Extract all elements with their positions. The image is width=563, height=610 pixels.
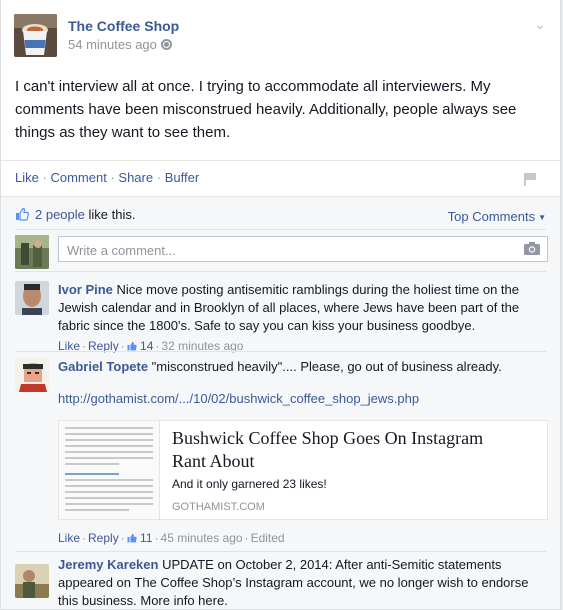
comment-body: Ivor Pine Nice move posting antisemitic … [58, 281, 546, 355]
page-avatar[interactable] [14, 14, 57, 57]
comment-meta: Like · Reply · 14 · 32 minutes ago [58, 339, 244, 353]
comment-input-box[interactable] [58, 236, 548, 262]
globe-icon [160, 39, 172, 50]
post-header: The Coffee Shop 54 minutes ago ⌄ [14, 14, 546, 60]
separator: · [110, 170, 115, 185]
comment-input[interactable] [65, 238, 499, 262]
divider [15, 351, 546, 352]
post-actions: Like · Comment · Share · Buffer [15, 170, 199, 185]
divider [15, 229, 546, 230]
divider [1, 160, 560, 161]
post-card: The Coffee Shop 54 minutes ago ⌄ I can't… [0, 0, 561, 610]
comment-edited-label[interactable]: Edited [251, 531, 285, 545]
post-time-text[interactable]: 54 minutes ago [68, 37, 157, 52]
flag-icon[interactable] [524, 173, 536, 186]
comment-like-button[interactable]: Like [58, 531, 80, 545]
link-preview-image[interactable] [59, 421, 160, 519]
avatar[interactable] [15, 281, 49, 315]
divider [15, 551, 546, 552]
avatar[interactable] [15, 235, 49, 269]
thumbs-up-icon [127, 341, 137, 351]
comment-meta-row: Like · Reply · 11 · 45 minutes ago · Edited [15, 529, 546, 549]
page-name-link[interactable]: The Coffee Shop [68, 18, 179, 34]
separator: · [156, 170, 162, 185]
share-button[interactable]: Share [118, 170, 153, 185]
thumbs-up-icon [16, 207, 29, 221]
buffer-button[interactable]: Buffer [165, 170, 199, 185]
comment-author[interactable]: Ivor Pine [58, 282, 113, 297]
comment-author[interactable]: Jeremy Kareken [58, 557, 158, 572]
likers-link[interactable]: 2 people [35, 207, 85, 222]
comment-meta: Like · Reply · 11 · 45 minutes ago · Edited [58, 531, 285, 545]
comment: Ivor Pine Nice move posting antisemitic … [15, 281, 546, 353]
divider [1, 196, 560, 197]
comment-button[interactable]: Comment [50, 170, 106, 185]
comment-author[interactable]: Gabriel Topete [58, 359, 148, 374]
link-preview-card[interactable]: Bushwick Coffee Shop Goes On Instagram R… [58, 420, 548, 520]
top-comments-label[interactable]: Top Comments [448, 209, 535, 224]
caret-down-icon: ▼ [538, 213, 546, 222]
separator: · [42, 170, 47, 185]
comment-text: Nice move posting antisemitic ramblings … [58, 282, 520, 333]
comment-url-link[interactable]: http://gothamist.com/.../10/02/bushwick_… [58, 391, 419, 406]
comment-likes-number[interactable]: 11 [140, 531, 152, 545]
link-preview-title[interactable]: Bushwick Coffee Shop Goes On Instagram R… [172, 427, 512, 473]
link-preview-domain: GOTHAMIST.COM [172, 501, 265, 513]
comment-text: "misconstrued heavily".... Please, go ou… [148, 359, 502, 374]
camera-icon[interactable] [524, 242, 540, 255]
link-preview-description: And it only garnered 23 likes! [172, 477, 327, 491]
comment: Jeremy Kareken UPDATE on October 2, 2014… [15, 556, 546, 610]
likes-summary: 2 people like this. [15, 207, 135, 222]
comment-body: Jeremy Kareken UPDATE on October 2, 2014… [58, 556, 546, 610]
likes-suffix: like this. [84, 207, 136, 222]
comment-reply-button[interactable]: Reply [88, 531, 119, 545]
divider [15, 271, 546, 272]
comment-likes-count[interactable]: 11 [127, 531, 153, 545]
comment-body: Gabriel Topete "misconstrued heavily"...… [58, 358, 546, 408]
thumbs-up-icon [127, 533, 137, 543]
top-comments-dropdown[interactable]: Top Comments ▼ [448, 209, 546, 224]
post-timestamp[interactable]: 54 minutes ago [68, 37, 172, 52]
comment-time[interactable]: 45 minutes ago [161, 531, 243, 545]
post-text: I can't interview all at once. I trying … [15, 78, 517, 141]
avatar[interactable] [15, 358, 49, 392]
chevron-down-icon[interactable]: ⌄ [534, 16, 546, 33]
like-button[interactable]: Like [15, 170, 39, 185]
avatar[interactable] [15, 564, 49, 598]
